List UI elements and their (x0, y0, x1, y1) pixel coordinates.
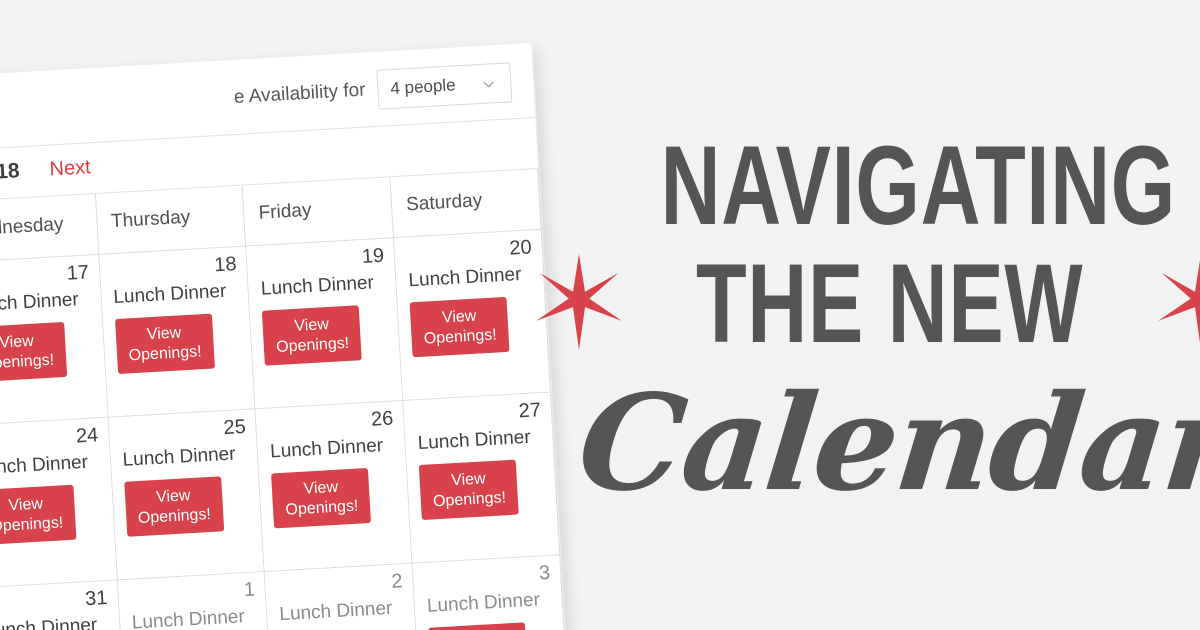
calendar-day-cell[interactable]: 18 Lunch Dinner View Openings! (98, 246, 256, 418)
view-openings-button[interactable]: View Openings! (114, 313, 215, 374)
calendar-grid: ayWednesdayThursdayFridaySaturday 16Lunc… (0, 168, 569, 630)
calendar-day-cell[interactable]: 31Lunch DinnerView Openings! (0, 579, 127, 630)
day-number: 1 (243, 578, 256, 602)
view-openings-button[interactable]: View Openings! (123, 476, 224, 537)
promo-panel: NAVIGATING THE NEW Calendar (536, 0, 1200, 630)
meal-services-label: Lunch Dinner (131, 606, 246, 630)
view-openings-button[interactable]: View Openings! (409, 297, 510, 357)
view-openings-button[interactable]: View Openings! (419, 459, 519, 520)
next-month-button[interactable]: Next (49, 156, 91, 181)
calendar-day-cell[interactable]: 19 Lunch Dinner View Openings! (245, 237, 403, 409)
meal-services-label: Lunch Dinner (417, 426, 532, 455)
calendar-day-cell[interactable]: 26 Lunch Dinner View Openings! (255, 400, 413, 572)
availability-label: e Availability for (233, 79, 367, 108)
calendar-screenshot-region: e Availability for 4 people Prev January… (0, 0, 620, 630)
meal-services-label: Lunch Dinner (426, 589, 541, 617)
weekday-header-3: Friday (242, 177, 394, 247)
calendar-day-cell[interactable]: 1Lunch DinnerView Openings! (116, 571, 274, 630)
promo-script-word: Calendar (571, 366, 1200, 521)
meal-services-label: Lunch Dinner (278, 597, 393, 626)
six-point-star-icon-right (1157, 254, 1200, 355)
day-number: 2 (390, 570, 404, 593)
party-size-select[interactable]: 4 people (376, 62, 513, 110)
calendar-day-cell[interactable]: 2Lunch DinnerView Openings! (264, 563, 422, 630)
weekday-header-2: Thursday (95, 185, 246, 255)
day-number: 31 (84, 586, 109, 611)
chevron-down-icon (481, 76, 497, 92)
calendar-day-cell[interactable]: 24 Lunch Dinner View Openings! (0, 417, 117, 589)
six-point-star-icon-left (536, 253, 623, 355)
calendar-day-cell[interactable]: 3 Lunch Dinner View Openings! (412, 554, 569, 630)
day-number: 3 (538, 561, 551, 585)
current-month-label: January 2018 (0, 159, 21, 190)
meal-services-label: Lunch Dinner (112, 280, 227, 309)
calendar-card: e Availability for 4 people Prev January… (0, 42, 571, 630)
promo-headline-line2-row: THE NEW (536, 241, 1200, 366)
calendar-day-cell[interactable]: 27 Lunch Dinner View Openings! (402, 392, 560, 564)
view-openings-button[interactable]: View Openings! (271, 468, 372, 529)
meal-services-label: Lunch Dinner (122, 443, 237, 471)
day-number: 27 (518, 399, 542, 423)
promo-headline-line1: NAVIGATING (660, 123, 1177, 248)
calendar-day-cell[interactable]: 17 Lunch Dinner View Openings! (0, 254, 108, 426)
view-openings-button[interactable]: View Openings! (0, 322, 67, 383)
view-openings-button[interactable]: View Openings! (428, 622, 529, 630)
day-number: 26 (370, 407, 394, 431)
day-number: 17 (66, 261, 90, 285)
weekday-header-1: Wednesday (0, 194, 99, 263)
weekday-header-4: Saturday (390, 168, 542, 238)
meal-services-label: Lunch Dinner (260, 272, 375, 300)
day-number: 24 (75, 424, 99, 448)
meal-services-label: Lunch Dinner (0, 614, 98, 630)
meal-services-label: Lunch Dinner (407, 263, 522, 292)
calendar-day-cell[interactable]: 25 Lunch Dinner View Openings! (107, 408, 265, 580)
day-number: 19 (361, 244, 385, 268)
promo-headline-line2: THE NEW (696, 241, 1084, 366)
party-size-value: 4 people (389, 75, 457, 99)
day-number: 18 (213, 253, 238, 277)
view-openings-button[interactable]: View Openings! (0, 485, 77, 545)
meal-services-label: Lunch Dinner (269, 435, 384, 463)
view-openings-button[interactable]: View Openings! (262, 305, 363, 366)
calendar-day-cell[interactable]: 20 Lunch Dinner View Openings! (393, 229, 551, 401)
meal-services-label: Lunch Dinner (0, 451, 89, 480)
meal-services-label: Lunch Dinner (0, 289, 80, 317)
day-number: 25 (222, 415, 247, 440)
day-number: 20 (508, 236, 533, 260)
